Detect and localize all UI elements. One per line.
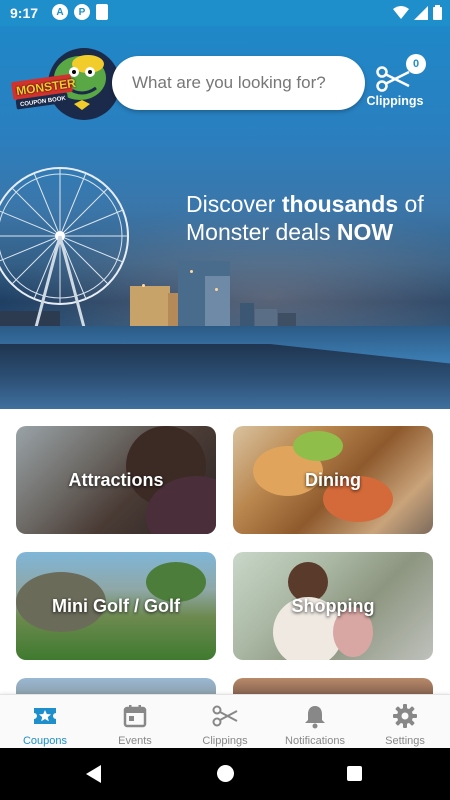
- home-icon[interactable]: [217, 765, 234, 782]
- tagline-bold-2: NOW: [336, 219, 394, 245]
- category-label: Mini Golf / Golf: [52, 595, 180, 616]
- scissors-icon: [212, 705, 238, 727]
- clippings-count-badge: 0: [406, 54, 426, 74]
- nav-label: Clippings: [202, 735, 248, 747]
- p-circle-icon: P: [74, 4, 90, 20]
- bottom-navigation: Coupons Events Clippings Notifications S…: [0, 694, 450, 748]
- notification-icons: A P: [52, 4, 108, 20]
- category-attractions[interactable]: Attractions: [16, 426, 216, 534]
- hero-banner: MONSTER COUPON BOOK What are you looking…: [0, 26, 450, 409]
- nav-coupons[interactable]: Coupons: [0, 695, 90, 748]
- calendar-icon: [123, 705, 147, 728]
- category-dining[interactable]: Dining: [233, 426, 433, 534]
- clippings-button[interactable]: 0 Clippings: [364, 54, 426, 112]
- nav-label: Coupons: [22, 735, 68, 747]
- category-label: Attractions: [68, 469, 164, 490]
- battery-icon: [433, 5, 442, 20]
- coupon-star-icon: [34, 708, 56, 724]
- status-right-icons: [393, 5, 442, 20]
- clippings-label: Clippings: [366, 94, 424, 108]
- tagline-text-1: Discover: [186, 191, 282, 217]
- nav-label: Settings: [385, 735, 425, 747]
- gear-icon: [393, 704, 417, 728]
- search-input[interactable]: What are you looking for?: [112, 56, 365, 110]
- back-icon[interactable]: [86, 765, 101, 783]
- category-mini-golf-golf[interactable]: Mini Golf / Golf: [16, 552, 216, 660]
- ferris-wheel: [0, 167, 129, 332]
- signal-icon: [414, 5, 428, 20]
- category-label: Shopping: [291, 595, 375, 616]
- search-placeholder: What are you looking for?: [132, 73, 326, 92]
- nav-settings[interactable]: Settings: [360, 695, 450, 748]
- category-label: Dining: [305, 469, 361, 490]
- recent-apps-icon[interactable]: [347, 766, 362, 781]
- nav-label: Notifications: [285, 735, 345, 747]
- scissors-icon: [376, 66, 410, 92]
- category-shopping[interactable]: Shopping: [233, 552, 433, 660]
- status-time: 9:17: [10, 5, 39, 21]
- a-circle-icon: A: [52, 4, 68, 20]
- nav-events[interactable]: Events: [90, 695, 180, 748]
- nav-label: Events: [118, 735, 152, 747]
- hero-tagline: Discover thousands of Monster deals NOW: [186, 190, 446, 246]
- wifi-icon: [393, 5, 409, 19]
- nav-clippings[interactable]: Clippings: [180, 695, 270, 748]
- bell-icon: [305, 706, 325, 729]
- status-bar: 9:17 A P: [0, 0, 450, 26]
- sd-card-icon: [96, 4, 108, 20]
- system-navigation-bar: [0, 748, 450, 800]
- nav-notifications[interactable]: Notifications: [270, 695, 360, 748]
- tagline-bold-1: thousands: [281, 191, 399, 217]
